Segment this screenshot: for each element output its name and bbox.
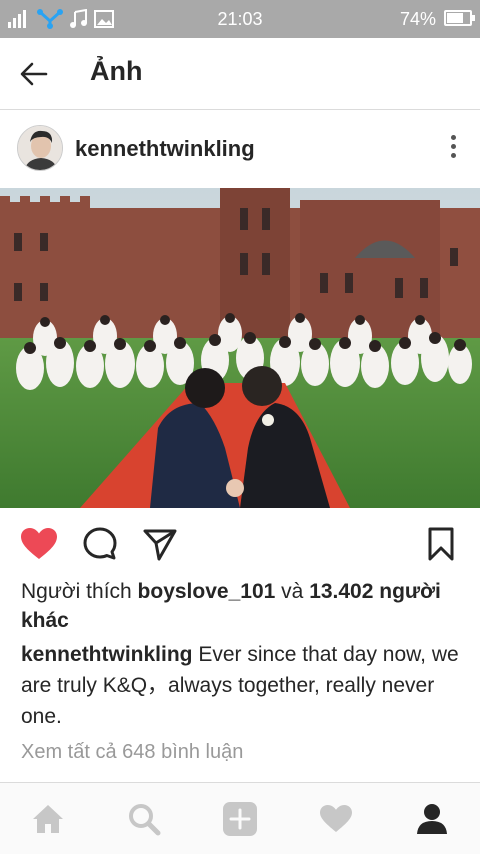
post-photo[interactable]: [0, 188, 480, 508]
battery-level: [447, 13, 463, 23]
nav-search[interactable]: [124, 799, 164, 839]
bottom-nav: [0, 782, 480, 854]
nav-home[interactable]: [28, 799, 68, 839]
share-icon: [143, 529, 177, 561]
view-all-comments-link[interactable]: Xem tất cả 648 bình luận: [21, 741, 243, 764]
battery-icon: [444, 10, 475, 26]
more-options-button[interactable]: [448, 135, 458, 163]
status-bar: 21:03 74%: [0, 0, 480, 38]
search-icon: [129, 804, 161, 836]
likes-prefix: Người thích: [21, 580, 132, 603]
comment-button[interactable]: [80, 524, 120, 564]
likes-count[interactable]: 13.402: [309, 580, 373, 603]
dot: [450, 153, 456, 158]
battery-percent: 74%: [399, 9, 436, 29]
likes-connector: và: [281, 580, 304, 603]
post-username[interactable]: kennethtwinkling: [75, 136, 255, 162]
post-caption: kennethtwinkling Ever since that day now…: [21, 639, 461, 732]
likes-text: Người thích boyslove_101 và 13.402 người…: [21, 577, 461, 635]
post-header: kennethtwinkling: [0, 111, 480, 187]
heart-icon: [21, 528, 57, 559]
back-button[interactable]: [16, 56, 52, 92]
dot: [450, 135, 456, 140]
comment-icon: [83, 527, 117, 560]
wedding-photo: [0, 188, 480, 508]
share-button[interactable]: [140, 524, 180, 564]
like-button[interactable]: [19, 524, 59, 564]
nav-activity[interactable]: [316, 799, 356, 839]
caption-username[interactable]: kennethtwinkling: [21, 643, 193, 666]
activity-icon: [320, 805, 352, 832]
likes-user-link[interactable]: boyslove_101: [138, 580, 276, 603]
add-icon: [223, 802, 257, 836]
nav-profile[interactable]: [412, 799, 452, 839]
profile-icon: [417, 804, 447, 834]
dot: [450, 144, 456, 149]
home-icon: [33, 805, 63, 833]
avatar[interactable]: [17, 125, 63, 171]
bookmark-button[interactable]: [421, 524, 461, 564]
page-title: Ảnh: [90, 56, 143, 86]
nav-add[interactable]: [220, 799, 260, 839]
post-actions: [0, 520, 480, 568]
back-arrow-icon: [20, 62, 48, 86]
app-header: Ảnh: [0, 38, 480, 110]
bookmark-icon: [428, 527, 454, 561]
